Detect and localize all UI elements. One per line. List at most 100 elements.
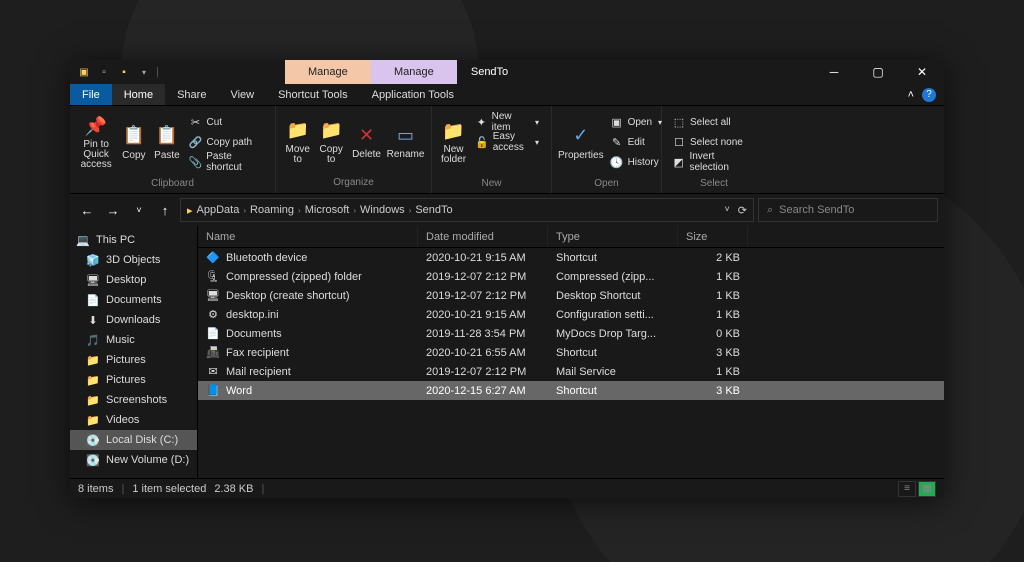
file-size: 0 KB xyxy=(678,328,748,340)
titlebar[interactable]: ▣ ▫ ▪ ▾ | Manage Manage SendTo ─ ▢ ✕ xyxy=(70,60,944,84)
tree-item[interactable]: 💻This PC xyxy=(70,230,197,250)
crumb[interactable]: SendTo xyxy=(415,204,452,216)
easy-access-button[interactable]: 🔓Easy access▾ xyxy=(475,132,545,152)
file-row[interactable]: 📘Word2020-12-15 6:27 AMShortcut3 KB xyxy=(198,381,944,400)
file-row[interactable]: 📠Fax recipient2020-10-21 6:55 AMShortcut… xyxy=(198,343,944,362)
file-row[interactable]: ⚙desktop.ini2020-10-21 9:15 AMConfigurat… xyxy=(198,305,944,324)
paste-shortcut-button[interactable]: 📎Paste shortcut xyxy=(189,152,269,172)
crumb[interactable]: Roaming xyxy=(250,204,294,216)
crumb[interactable]: Microsoft xyxy=(305,204,350,216)
col-date[interactable]: Date modified xyxy=(418,226,548,247)
tree-item[interactable]: 💽Local Disk (C:) xyxy=(70,430,197,450)
file-name: Fax recipient xyxy=(226,347,289,359)
search-placeholder: Search SendTo xyxy=(779,204,854,216)
forward-button[interactable]: → xyxy=(102,199,124,221)
minimize-button[interactable]: ─ xyxy=(812,60,856,84)
copy-path-button[interactable]: 🔗Copy path xyxy=(189,132,269,152)
tab-share[interactable]: Share xyxy=(165,84,218,105)
close-button[interactable]: ✕ xyxy=(900,60,944,84)
tree-item[interactable]: 📄Documents xyxy=(70,290,197,310)
crumb[interactable]: Windows xyxy=(360,204,405,216)
file-icon: 📘 xyxy=(206,384,220,398)
rename-button[interactable]: ▭Rename xyxy=(386,123,425,160)
back-button[interactable]: ← xyxy=(76,199,98,221)
file-date: 2020-10-21 9:15 AM xyxy=(418,252,548,264)
tree-item[interactable]: 🎵Music xyxy=(70,330,197,350)
new-item-button[interactable]: ✦New item▾ xyxy=(475,112,545,132)
paste-button[interactable]: 📋Paste xyxy=(151,124,182,161)
up-button[interactable]: ↑ xyxy=(154,199,176,221)
edit-button[interactable]: ✎Edit xyxy=(610,132,668,152)
file-row[interactable]: 🗜Compressed (zipped) folder2019-12-07 2:… xyxy=(198,267,944,286)
tab-file[interactable]: File xyxy=(70,84,112,105)
crumb[interactable]: AppData xyxy=(197,204,240,216)
new-folder-button[interactable]: 📁New folder xyxy=(438,119,469,165)
file-date: 2019-12-07 2:12 PM xyxy=(418,366,548,378)
tree-item[interactable]: 📁Pictures xyxy=(70,350,197,370)
address-bar[interactable]: ▸ AppData› Roaming› Microsoft› Windows› … xyxy=(180,198,754,222)
icons-view-button[interactable]: ▦ xyxy=(918,481,936,497)
tree-item[interactable]: 📁Screenshots xyxy=(70,390,197,410)
file-icon: 🔷 xyxy=(206,251,220,265)
file-icon: 🖥 xyxy=(206,289,220,303)
col-size[interactable]: Size xyxy=(678,226,748,247)
folder-small-icon[interactable]: ▪ xyxy=(116,64,132,80)
recent-dropdown[interactable]: ˅ xyxy=(128,199,150,221)
file-list[interactable]: Name Date modified Type Size 🔷Bluetooth … xyxy=(198,226,944,478)
copy-to-icon: 📁 xyxy=(317,119,345,143)
file-size: 1 KB xyxy=(678,309,748,321)
refresh-icon[interactable]: ⟳ xyxy=(738,204,747,217)
delete-button[interactable]: ✕Delete xyxy=(349,123,384,160)
copy-to-button[interactable]: 📁Copy to xyxy=(315,119,346,165)
tree-item[interactable]: 🖥Desktop xyxy=(70,270,197,290)
tab-view[interactable]: View xyxy=(218,84,266,105)
chevron-down-icon[interactable]: ▾ xyxy=(136,64,152,80)
open-icon: ▣ xyxy=(610,116,624,129)
nav-bar: ← → ˅ ↑ ▸ AppData› Roaming› Microsoft› W… xyxy=(70,194,944,226)
maximize-button[interactable]: ▢ xyxy=(856,60,900,84)
context-tab-app[interactable]: Manage xyxy=(371,60,457,84)
file-row[interactable]: 📄Documents2019-11-28 3:54 PMMyDocs Drop … xyxy=(198,324,944,343)
collapse-ribbon-icon[interactable]: ˄ xyxy=(908,89,914,101)
tree-label: Documents xyxy=(106,294,162,306)
tree-item[interactable]: 📁Pictures xyxy=(70,370,197,390)
history-button[interactable]: 🕓History xyxy=(610,152,668,172)
details-view-button[interactable]: ≡ xyxy=(898,481,916,497)
tree-item[interactable]: 🧊3D Objects xyxy=(70,250,197,270)
dropdown-icon[interactable]: ˅ xyxy=(725,204,730,217)
sparkle-icon: ✦ xyxy=(475,116,488,129)
file-row[interactable]: 🖥Desktop (create shortcut)2019-12-07 2:1… xyxy=(198,286,944,305)
group-label-open: Open xyxy=(552,178,661,193)
select-none-button[interactable]: ☐Select none xyxy=(672,132,760,152)
tree-item[interactable]: ⬇Downloads xyxy=(70,310,197,330)
open-button[interactable]: ▣Open▾ xyxy=(610,112,668,132)
file-explorer-window: ▣ ▫ ▪ ▾ | Manage Manage SendTo ─ ▢ ✕ Fil… xyxy=(70,60,944,498)
nav-tree[interactable]: 💻This PC🧊3D Objects🖥Desktop📄Documents⬇Do… xyxy=(70,226,198,478)
file-row[interactable]: ✉Mail recipient2019-12-07 2:12 PMMail Se… xyxy=(198,362,944,381)
move-to-button[interactable]: 📁Move to xyxy=(282,119,313,165)
select-all-button[interactable]: ⬚Select all xyxy=(672,112,760,132)
cut-button[interactable]: ✂Cut xyxy=(189,112,269,132)
file-name: Word xyxy=(226,385,252,397)
column-headers[interactable]: Name Date modified Type Size xyxy=(198,226,944,248)
copy-button[interactable]: 📋Copy xyxy=(118,124,149,161)
status-bar: 8 items | 1 item selected 2.38 KB | ≡ ▦ xyxy=(70,478,944,498)
context-tab-shortcut[interactable]: Manage xyxy=(285,60,371,84)
new-doc-icon[interactable]: ▫ xyxy=(96,64,112,80)
search-box[interactable]: ⌕ Search SendTo xyxy=(758,198,938,222)
pin-quick-access-button[interactable]: 📌Pin to Quick access xyxy=(76,114,116,170)
file-row[interactable]: 🔷Bluetooth device2020-10-21 9:15 AMShort… xyxy=(198,248,944,267)
tree-icon: 🖥 xyxy=(86,274,100,287)
tree-item[interactable]: 📁Videos xyxy=(70,410,197,430)
tab-shortcut-tools[interactable]: Shortcut Tools xyxy=(266,84,360,105)
file-icon: 📄 xyxy=(206,327,220,341)
properties-button[interactable]: ✓Properties xyxy=(558,124,604,161)
tab-app-tools[interactable]: Application Tools xyxy=(360,84,466,105)
file-size: 1 KB xyxy=(678,290,748,302)
invert-selection-button[interactable]: ◩Invert selection xyxy=(672,152,760,172)
col-name[interactable]: Name xyxy=(198,226,418,247)
help-icon[interactable]: ? xyxy=(922,88,936,102)
col-type[interactable]: Type xyxy=(548,226,678,247)
tab-home[interactable]: Home xyxy=(112,84,165,105)
tree-item[interactable]: 💽New Volume (D:) xyxy=(70,450,197,470)
